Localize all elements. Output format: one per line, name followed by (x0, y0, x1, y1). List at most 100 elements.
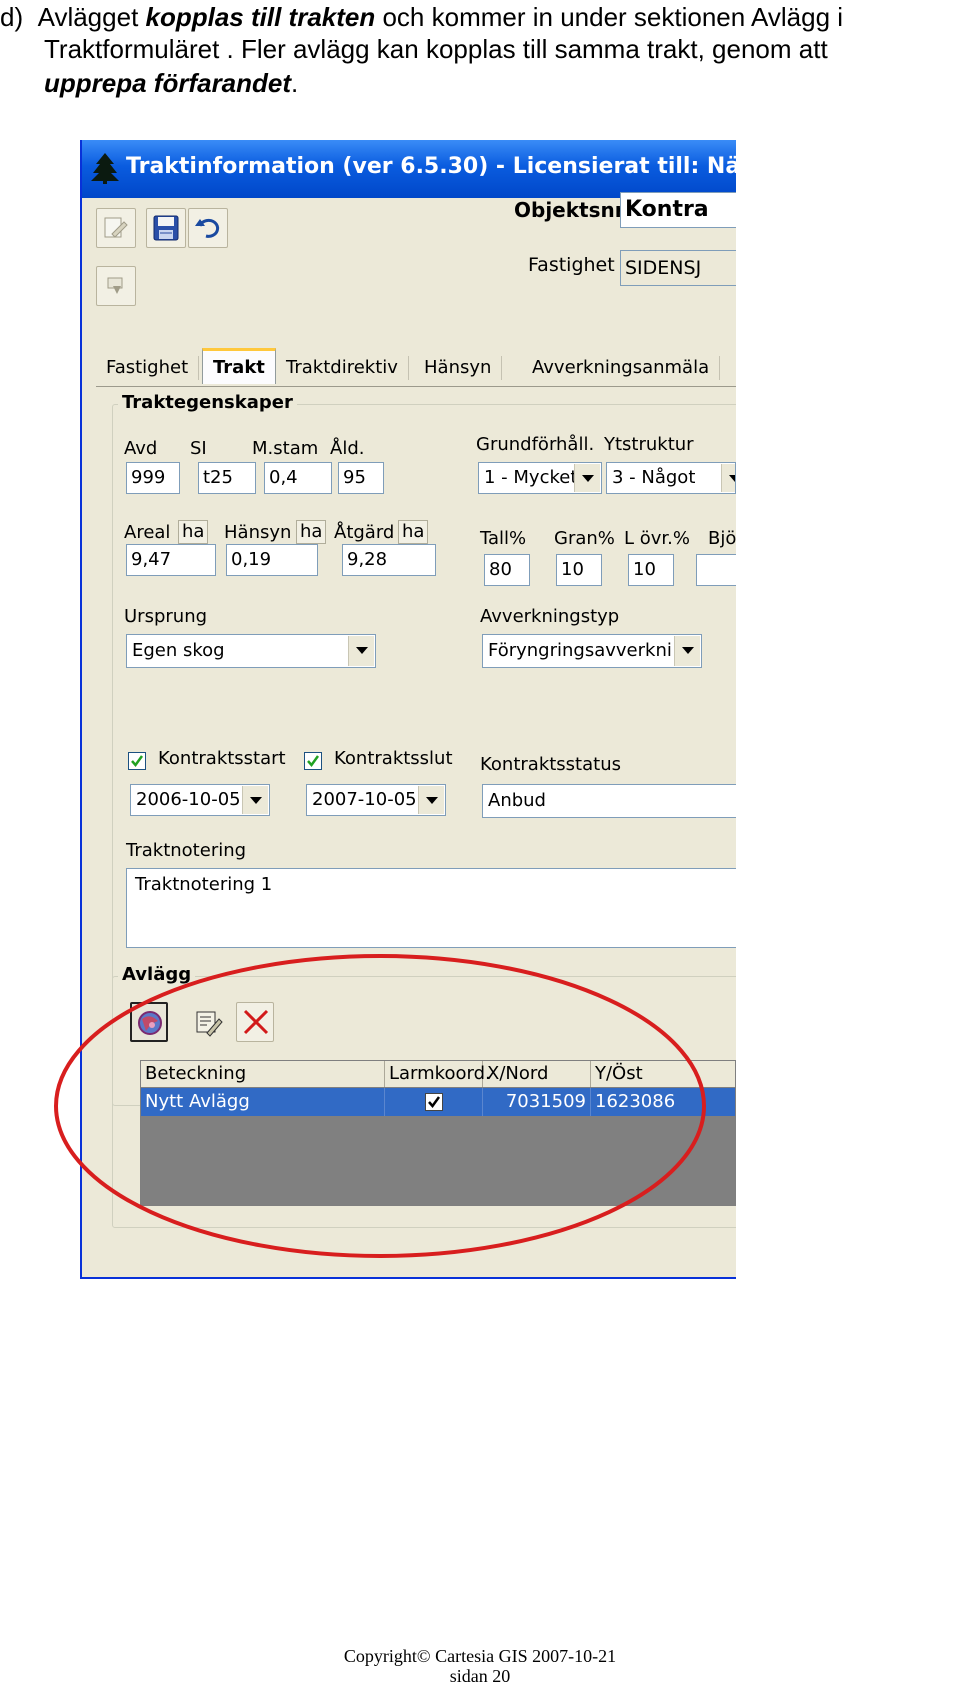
copyright-footer: Copyright© Cartesia GIS 2007-10-21 (343, 1646, 617, 1666)
cell-larmkoord[interactable] (385, 1088, 483, 1116)
ytstruktur-dropdown[interactable]: 3 - Något (606, 462, 736, 494)
tab-avverkningsanmalan[interactable]: Avverkningsanmäla (522, 356, 721, 380)
grundforhall-value: 1 - Mycket (484, 467, 578, 488)
ytstruktur-value: 3 - Något (612, 467, 696, 488)
dropdown-arrow[interactable] (242, 786, 268, 814)
cell-beteckning: Nytt Avlägg (141, 1088, 385, 1116)
objektsnr-field[interactable]: Kontra (620, 192, 736, 228)
kontraktsstart-date-picker[interactable]: 2006-10-05 (130, 784, 270, 816)
hansyn-field[interactable]: 0,19 (226, 544, 318, 576)
edit-doc-icon (104, 217, 128, 238)
areal-field[interactable]: 9,47 (126, 544, 216, 576)
dropdown-arrow[interactable] (674, 636, 700, 666)
si-field[interactable]: t25 (198, 462, 256, 494)
gran-field[interactable]: 10 (556, 554, 602, 586)
instruction-line-2: Traktformuläret . Fler avlägg kan koppla… (44, 34, 828, 64)
grundforhall-label: Grundförhåll. (476, 434, 595, 455)
emphasis-text: kopplas till trakten (145, 2, 376, 32)
avd-label: Avd (124, 438, 158, 459)
fastighet-label: Fastighet . (528, 254, 627, 276)
grundforhall-dropdown[interactable]: 1 - Mycket (478, 462, 602, 494)
instruction-line-1: d) Avlägget kopplas till trakten och kom… (0, 0, 843, 34)
tab-traktdirektiv[interactable]: Traktdirektiv (276, 356, 409, 380)
avverkningstyp-value: Föryngringsavverkni (488, 640, 672, 661)
chevron-down-icon (426, 797, 438, 804)
avverkningstyp-label: Avverkningstyp (480, 606, 620, 627)
larmkoord-checkbox[interactable] (425, 1093, 443, 1111)
kontraktsstart-checkbox[interactable] (128, 752, 146, 770)
avlagg-table: Beteckning Larmkoord. X/Nord Y/Öst Nytt … (140, 1060, 736, 1206)
chevron-down-icon (682, 647, 694, 654)
table-row[interactable]: Nytt Avlägg 7031509 1623086 (141, 1088, 735, 1116)
cell-x-nord: 7031509 (483, 1088, 591, 1116)
avverkningstyp-dropdown[interactable]: Föryngringsavverkni (482, 634, 702, 668)
window-titlebar[interactable]: Traktinformation (ver 6.5.30) - Licensie… (82, 140, 736, 198)
kontraktsslut-label: Kontraktsslut (334, 748, 453, 769)
instruction-text: . (291, 68, 299, 98)
dropdown-arrow[interactable] (721, 464, 735, 492)
tall-field[interactable]: 80 (484, 554, 530, 586)
export-button[interactable] (96, 266, 136, 306)
instruction-line-3: upprepa förfarandet. (44, 66, 298, 100)
table-header: Beteckning Larmkoord. X/Nord Y/Öst (141, 1061, 735, 1087)
kontraktsslut-date: 2007-10-05 (312, 789, 417, 810)
tree-icon (91, 153, 119, 184)
ytstruktur-label: Ytstruktur (604, 434, 694, 455)
tab-trakt[interactable]: Trakt (202, 348, 276, 384)
column-header-x-nord[interactable]: X/Nord (483, 1061, 591, 1087)
chevron-down-icon (729, 475, 735, 482)
dropdown-arrow[interactable] (348, 636, 374, 666)
atgard-field[interactable]: 9,28 (342, 544, 436, 576)
tab-bar: Fastighet Trakt Traktdirektiv Hänsyn Avv… (96, 348, 736, 387)
map-link-button[interactable] (130, 1002, 168, 1042)
undo-button[interactable] (188, 208, 228, 248)
traktnotering-textarea[interactable]: Traktnotering 1 (126, 868, 736, 948)
ald-label: Åld. (330, 438, 365, 459)
ursprung-dropdown[interactable]: Egen skog (126, 634, 376, 668)
checkmark-icon (307, 755, 320, 768)
page-number: sidan 20 (449, 1666, 511, 1686)
instruction-text: och kommer in under sektionen Avlägg i (375, 2, 844, 32)
gran-label: Gran% (554, 528, 615, 549)
checkmark-icon (131, 755, 144, 768)
floppy-disk-icon (153, 215, 179, 241)
areal-label: Areal (124, 522, 171, 543)
kontraktsslut-checkbox[interactable] (304, 752, 322, 770)
areal-unit: ha (178, 520, 209, 544)
kontraktsstart-date: 2006-10-05 (136, 789, 241, 810)
kontraktsstatus-dropdown[interactable]: Anbud (482, 784, 736, 818)
column-header-y-ost[interactable]: Y/Öst (591, 1061, 735, 1087)
bjo-field[interactable] (696, 554, 736, 586)
ursprung-value: Egen skog (132, 640, 225, 661)
bjo-label: Bjö (708, 528, 736, 549)
avd-field[interactable]: 999 (126, 462, 180, 494)
ursprung-label: Ursprung (124, 606, 208, 627)
chevron-down-icon (582, 475, 594, 482)
mstam-field[interactable]: 0,4 (264, 462, 332, 494)
tab-fastighet[interactable]: Fastighet (96, 356, 200, 380)
edit-list-icon (196, 1011, 223, 1037)
column-header-beteckning[interactable]: Beteckning (141, 1061, 385, 1087)
edit-avlagg-button[interactable] (190, 1004, 228, 1042)
traktegenskaper-title: Traktegenskaper (118, 392, 297, 413)
tab-hansyn[interactable]: Hänsyn (414, 356, 503, 380)
save-button[interactable] (146, 208, 186, 248)
fastighet-field[interactable]: SIDENSJ (620, 250, 736, 286)
instruction-text: Avlägget (37, 2, 146, 32)
delete-x-icon (243, 1009, 269, 1035)
delete-avlagg-button[interactable] (236, 1002, 274, 1042)
ald-field[interactable]: 95 (338, 462, 384, 494)
edit-button[interactable] (96, 208, 136, 248)
list-marker: d) (0, 2, 24, 32)
instruction-paragraph: d) Avlägget kopplas till trakten och kom… (0, 0, 960, 100)
column-header-larmkoord[interactable]: Larmkoord. (385, 1061, 491, 1087)
kontraktsslut-date-picker[interactable]: 2007-10-05 (306, 784, 446, 816)
si-label: SI (190, 438, 207, 459)
window-title: Traktinformation (ver 6.5.30) - Licensie… (126, 154, 736, 179)
globe-map-icon (138, 1011, 162, 1035)
dropdown-arrow[interactable] (418, 786, 444, 814)
dropdown-arrow[interactable] (574, 464, 600, 492)
undo-icon (195, 218, 220, 238)
lovr-field[interactable]: 10 (628, 554, 674, 586)
cell-y-ost: 1623086 (591, 1088, 735, 1116)
